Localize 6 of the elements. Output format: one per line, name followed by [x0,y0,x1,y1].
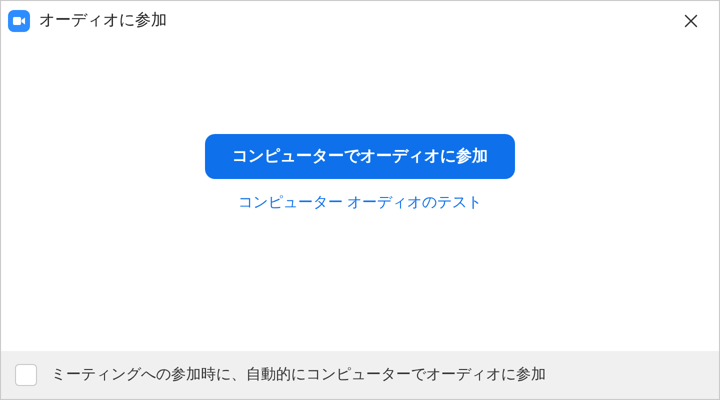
join-audio-button[interactable]: コンピューターでオーディオに参加 [205,134,515,179]
auto-join-checkbox[interactable] [15,364,37,386]
test-audio-link[interactable]: コンピューター オーディオのテスト [238,192,482,214]
window-title: オーディオに参加 [39,10,167,31]
auto-join-label: ミーティングへの参加時に、自動的にコンピューターでオーディオに参加 [51,364,546,385]
video-camera-logo-icon [8,10,30,32]
